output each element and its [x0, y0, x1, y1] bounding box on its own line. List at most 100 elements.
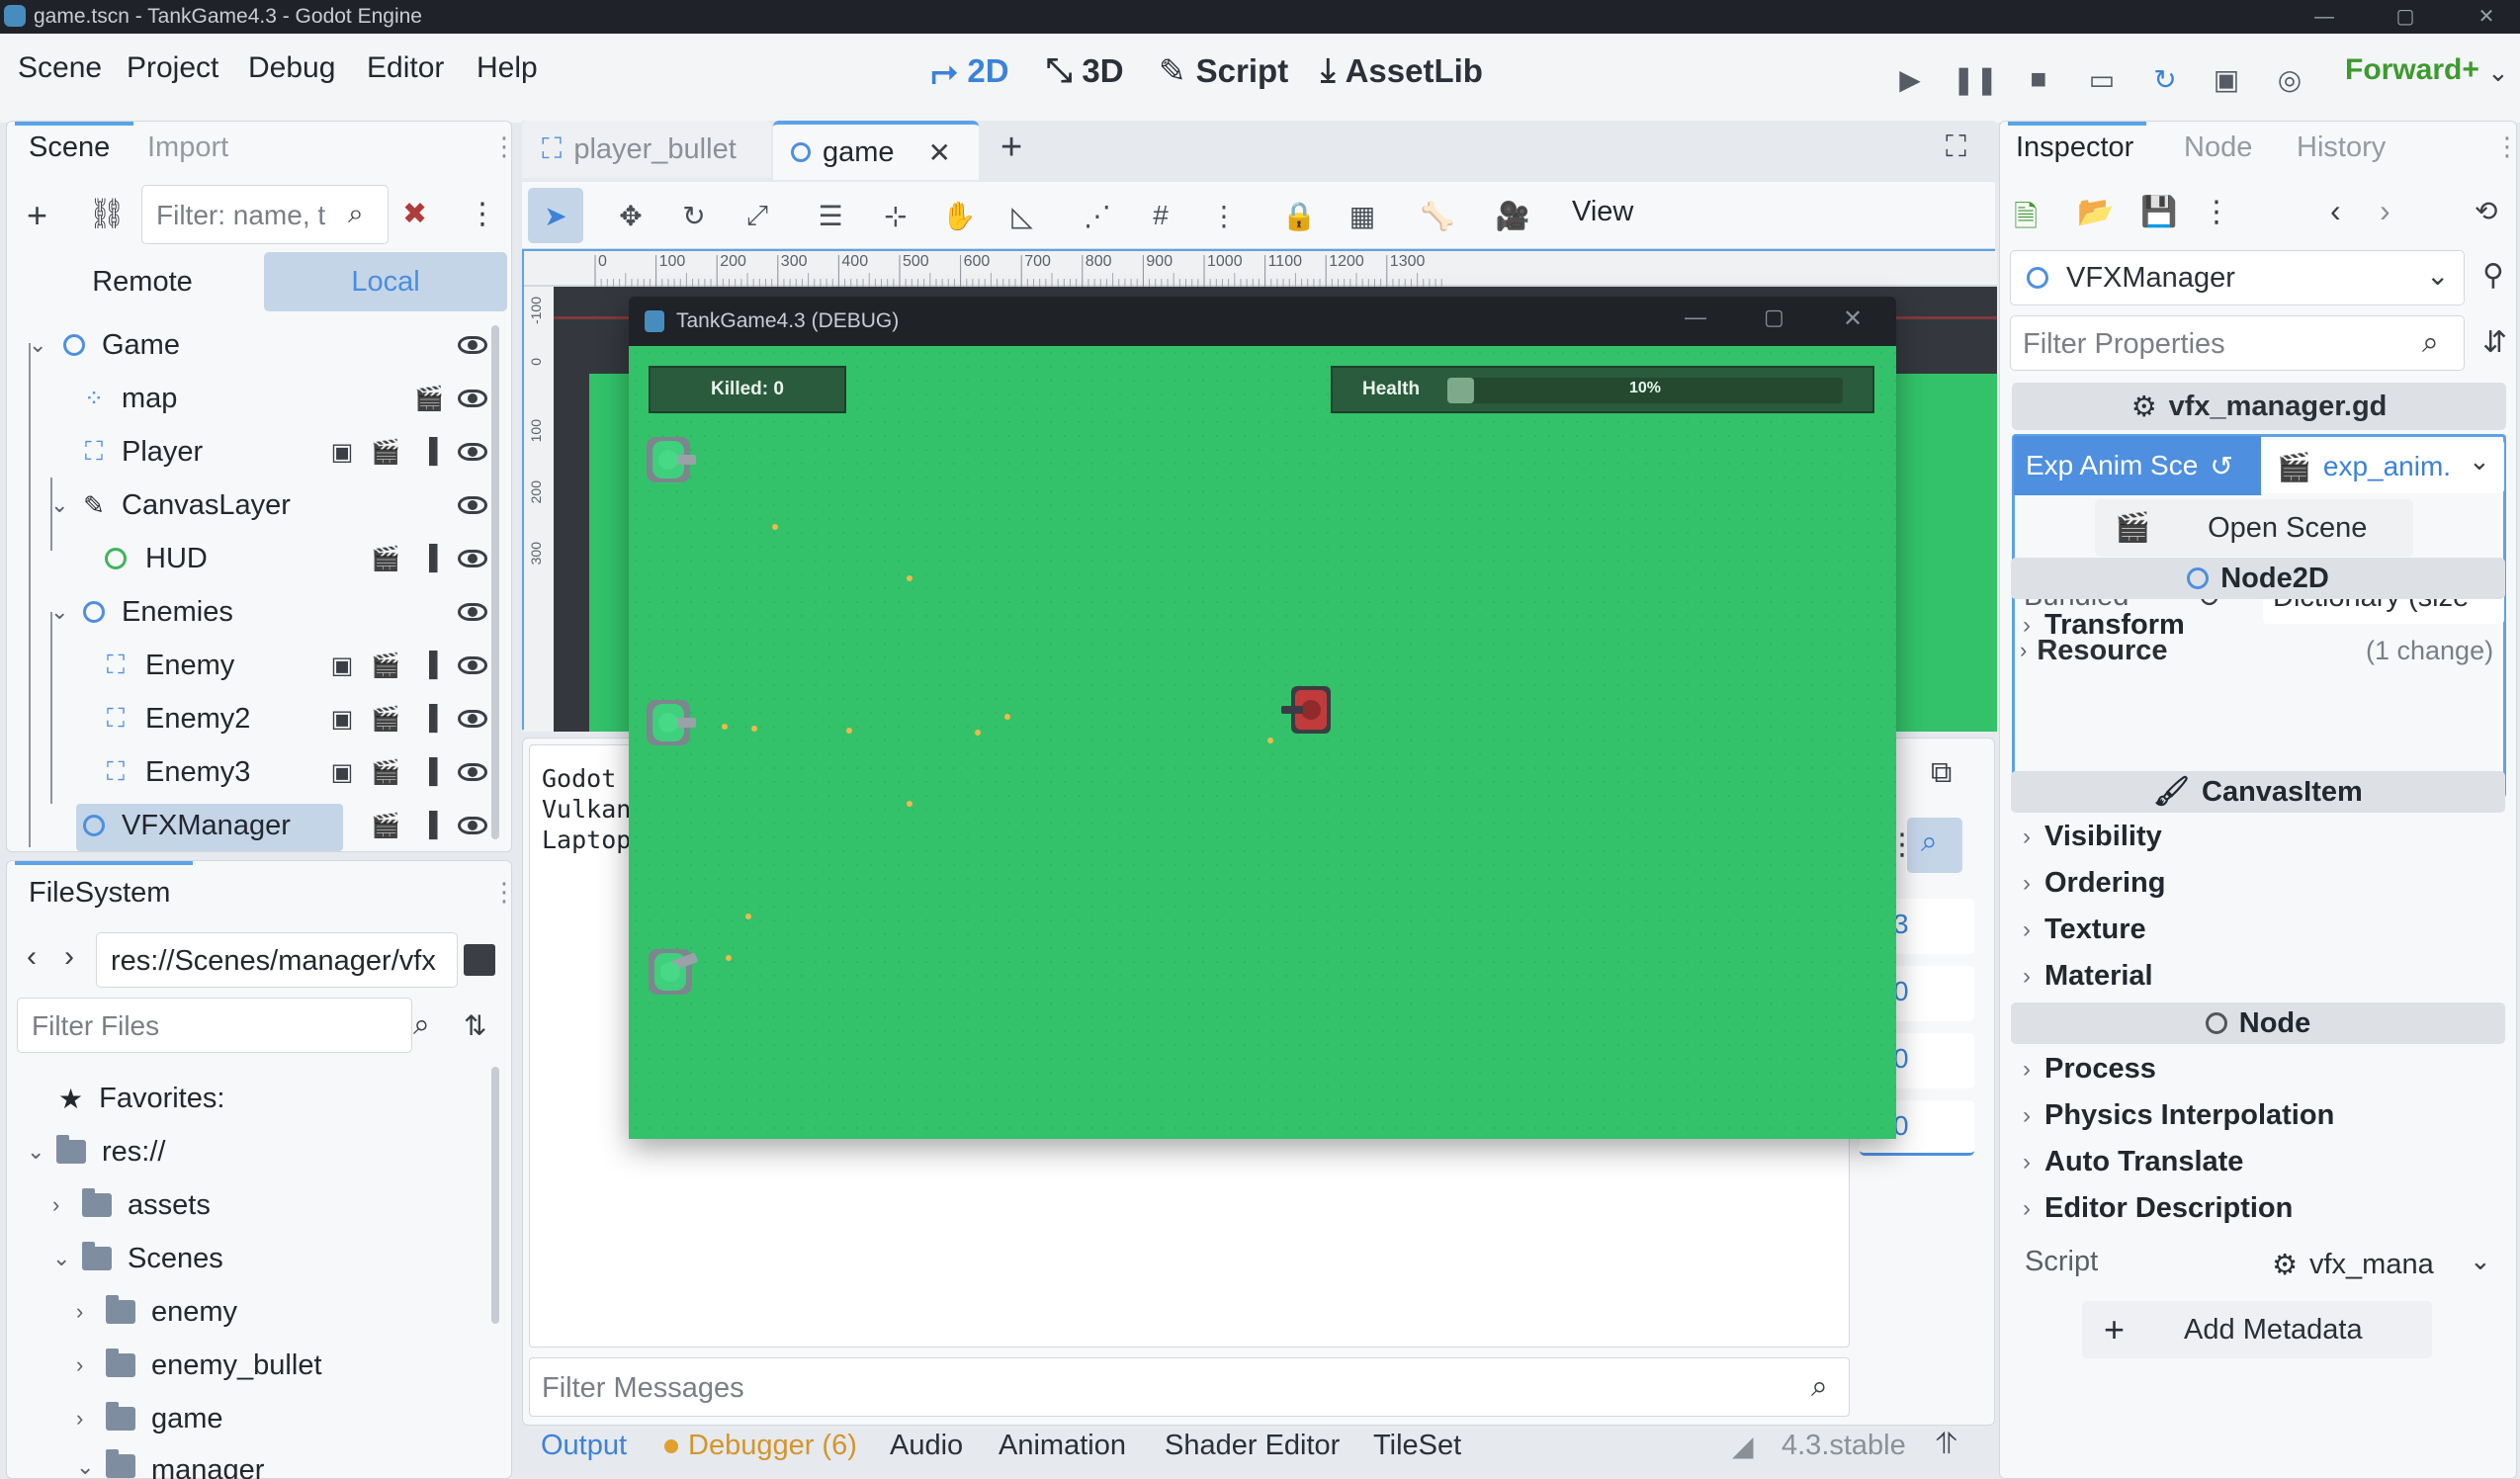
menu-project[interactable]: Project — [127, 51, 218, 85]
object-selector[interactable]: VFXManager ⌄ — [2010, 250, 2465, 305]
script-resource-picker[interactable]: ⚙ vfx_mana ⌄ — [2262, 1238, 2499, 1291]
smart-snap-icon[interactable]: ⋰ — [1076, 194, 1119, 237]
tab-node[interactable]: Node — [2184, 131, 2252, 164]
pivot-tool-icon[interactable]: ⊹ — [874, 194, 917, 237]
tree-node-enemies[interactable]: ⌄ Enemies — [21, 586, 493, 638]
clapper-icon[interactable]: 🎬 — [371, 651, 400, 680]
bone-icon[interactable]: 🦴 — [1416, 194, 1459, 237]
ruler-tool-icon[interactable]: ◺ — [1000, 194, 1044, 237]
search-toggle-button[interactable]: ⌕ — [1907, 818, 1962, 873]
visibility-eye-icon[interactable] — [458, 603, 487, 621]
tab-scene[interactable]: Scene — [29, 131, 110, 164]
dock-menu-icon[interactable]: ⋮ — [491, 877, 517, 908]
node-section-header[interactable]: Node — [2011, 1002, 2505, 1044]
new-resource-icon[interactable]: 🗎 — [2014, 195, 2038, 245]
workspace-3d-button[interactable]: ⤡ 3D — [1046, 51, 1124, 90]
remote-debug-icon[interactable]: ▭ — [2082, 59, 2122, 99]
node2d-section-header[interactable]: Node2D — [2011, 558, 2505, 599]
movie-maker-icon[interactable]: ◎ — [2270, 59, 2309, 99]
dock-menu-icon[interactable]: ⋮ — [2494, 131, 2520, 162]
tree-node-vfxmanager[interactable]: VFXManager 🎬 ▐ — [21, 800, 493, 851]
lock-icon[interactable]: 🔒 — [1277, 194, 1321, 237]
link-icon[interactable]: ⛓ — [88, 197, 126, 231]
workspace-2d-button[interactable]: ⮣ 2D — [931, 51, 1009, 90]
clapper-icon[interactable]: 🎬 — [371, 544, 400, 573]
script-section-header[interactable]: ⚙ vfx_manager.gd — [2012, 383, 2506, 430]
chevron-down-icon[interactable]: ⌄ — [50, 599, 80, 625]
workspace-assetlib-button[interactable]: ⤓ AssetLib — [1321, 51, 1483, 90]
auto-translate-group[interactable]: › Auto Translate — [2023, 1146, 2243, 1178]
scene-tree-scrollbar[interactable] — [491, 325, 499, 839]
exp-anim-property-label[interactable]: Exp Anim Sce ↺ — [2014, 436, 2261, 495]
maximize-icon[interactable]: ▢ — [2381, 0, 2430, 34]
filter-messages-input[interactable]: Filter Messages ⌕ — [529, 1357, 1850, 1417]
visibility-eye-icon[interactable] — [458, 496, 487, 514]
snap-options-icon[interactable]: ⋮ — [1202, 194, 1246, 237]
tree-node-enemy[interactable]: ⛶ Enemy ▣ 🎬 ▐ — [21, 640, 493, 691]
close-window-icon[interactable]: ✕ — [1843, 304, 1863, 333]
history-forward-icon[interactable]: › — [2380, 193, 2390, 229]
group-icon[interactable]: ▣ — [327, 437, 357, 467]
object-tools-icon[interactable]: ⚲ — [2482, 258, 2504, 293]
script-attached-icon[interactable]: ▐ — [414, 757, 444, 787]
group-icon[interactable]: ▣ — [327, 704, 357, 734]
visibility-eye-icon[interactable] — [458, 817, 487, 834]
rotate-tool-icon[interactable]: ↻ — [672, 194, 716, 237]
sort-icon[interactable]: ⇅ — [464, 1009, 486, 1042]
tree-node-hud[interactable]: HUD 🎬 ▐ — [21, 533, 493, 584]
fs-item-enemy[interactable]: › enemy — [76, 1286, 237, 1338]
clapper-icon[interactable]: 🎬 — [371, 437, 400, 467]
group-icon[interactable]: ▣ — [327, 651, 357, 680]
resource-menu-icon[interactable]: ⋮ — [2202, 195, 2231, 229]
favorites-row[interactable]: ★ Favorites: — [58, 1073, 224, 1124]
visibility-eye-icon[interactable] — [458, 443, 487, 461]
workspace-script-button[interactable]: ✎ Script — [1159, 51, 1288, 90]
expand-panel-icon[interactable]: ⥣ — [1936, 1428, 1957, 1461]
fs-item-enemy-bullet[interactable]: › enemy_bullet — [76, 1340, 322, 1391]
physics-interpolation-group[interactable]: › Physics Interpolation — [2023, 1099, 2334, 1132]
renderer-select[interactable]: Forward+ — [2345, 53, 2479, 87]
group-icon[interactable]: ▣ — [327, 757, 357, 787]
bottom-tab-shader-editor[interactable]: Shader Editor — [1165, 1430, 1340, 1462]
tree-node-enemy3[interactable]: ⛶ Enemy3 ▣ 🎬 ▐ — [21, 746, 493, 798]
scene-tab-player-bullet[interactable]: ⛶ player_bullet — [522, 121, 771, 178]
visibility-eye-icon[interactable] — [458, 763, 487, 781]
menu-editor[interactable]: Editor — [367, 51, 444, 85]
back-icon[interactable]: ‹ — [27, 940, 37, 974]
select-tool-icon[interactable]: ➤ — [534, 194, 577, 237]
scene-filter-input[interactable]: Filter: name, t ⌕ — [141, 185, 389, 244]
group-select-icon[interactable]: ▦ — [1341, 194, 1384, 237]
tab-inspector[interactable]: Inspector — [2016, 131, 2133, 164]
fs-item-scenes[interactable]: ⌄ Scenes — [52, 1233, 223, 1284]
close-tab-icon[interactable]: ✕ — [928, 136, 951, 169]
editor-description-group[interactable]: › Editor Description — [2023, 1192, 2293, 1225]
move-tool-icon[interactable]: ✥ — [609, 194, 652, 237]
canvasitem-section-header[interactable]: 🖌 CanvasItem — [2011, 771, 2505, 813]
scene-tab-game[interactable]: game ✕ — [773, 121, 979, 180]
filter-files-input[interactable]: Filter Files ⌕ — [17, 998, 430, 1053]
script-attached-icon[interactable]: ▐ — [414, 437, 444, 467]
chevron-down-icon[interactable]: ⌄ — [27, 1139, 56, 1165]
transform-group[interactable]: › Transform — [2023, 609, 2185, 642]
chevron-right-icon[interactable]: › — [76, 1352, 106, 1378]
ordering-group[interactable]: › Ordering — [2023, 867, 2165, 900]
bottom-tab-output[interactable]: Output — [541, 1430, 627, 1462]
clapper-icon[interactable]: 🎬 — [371, 811, 400, 840]
filesystem-scrollbar[interactable] — [491, 1067, 499, 1324]
minimize-icon[interactable]: — — [1685, 304, 1706, 330]
grid-snap-icon[interactable]: # — [1139, 194, 1182, 237]
fs-item-game[interactable]: › game — [76, 1393, 223, 1444]
camera-override-icon[interactable]: 🎥 — [1491, 194, 1534, 237]
script-attached-icon[interactable]: ▐ — [414, 651, 444, 680]
bottom-tab-tileset[interactable]: TileSet — [1373, 1430, 1461, 1462]
view-menu[interactable]: View — [1572, 196, 1633, 228]
tab-history[interactable]: History — [2297, 131, 2386, 164]
tree-node-player[interactable]: ⛶ Player ▣ 🎬 ▐ — [21, 426, 493, 478]
minimize-icon[interactable]: — — [2300, 0, 2349, 34]
new-scene-tab-icon[interactable]: + — [1000, 127, 1022, 169]
chevron-right-icon[interactable]: › — [76, 1406, 106, 1432]
tab-filesystem[interactable]: FileSystem — [29, 877, 170, 910]
menu-help[interactable]: Help — [477, 51, 538, 85]
distraction-free-icon[interactable]: ⛶ — [1946, 130, 1966, 164]
stop-icon[interactable]: ■ — [2019, 59, 2058, 99]
